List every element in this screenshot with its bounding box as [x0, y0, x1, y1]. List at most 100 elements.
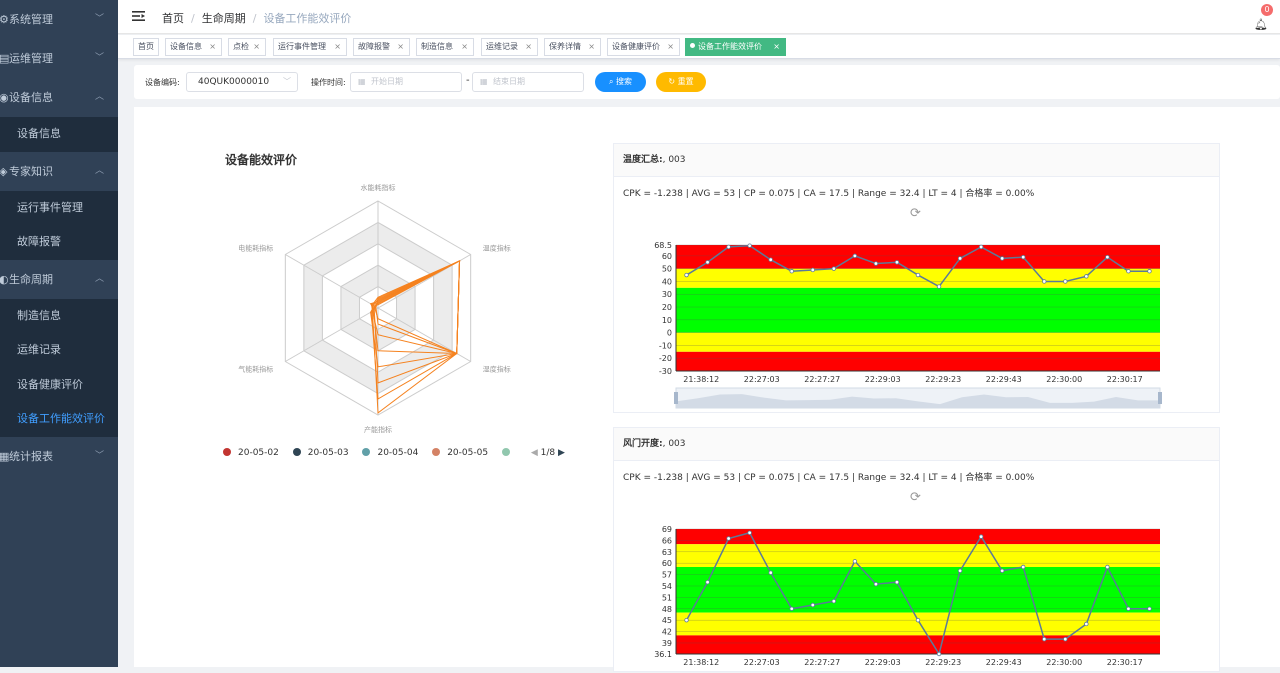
legend-label: 20-05-04: [377, 448, 419, 458]
data-point: [894, 260, 900, 265]
data-point: [873, 261, 879, 266]
device-code-select[interactable]: 40QUK0000010 ﹀: [186, 72, 298, 92]
close-icon[interactable]: ×: [461, 39, 468, 55]
data-point: [957, 568, 963, 573]
close-icon[interactable]: ×: [525, 39, 532, 55]
data-point: [1084, 274, 1089, 279]
radar-indicator-label: 温度指标: [483, 244, 511, 253]
y-tick-label: 36.1: [654, 650, 672, 659]
breadcrumb-separator: /: [252, 12, 257, 25]
x-tick-label: 22:30:17: [1107, 375, 1143, 384]
close-icon[interactable]: ×: [334, 39, 341, 55]
legend-item-2[interactable]: 20-05-03: [292, 448, 349, 458]
ops-icon: ▤: [0, 52, 10, 65]
sidebar-subitem-manufacture[interactable]: 制造信息: [0, 298, 118, 333]
y-tick-label: -30: [659, 367, 672, 376]
bell-icon[interactable]: 🔔︎: [1254, 18, 1268, 31]
data-point: [768, 257, 773, 262]
close-icon[interactable]: ×: [209, 39, 216, 55]
sidebar-item-expert[interactable]: ◈ 专家知识 ︿: [0, 152, 118, 191]
close-icon[interactable]: ×: [773, 39, 780, 55]
data-point: [1063, 279, 1068, 284]
tag-device-info[interactable]: 设备信息 ×: [165, 38, 222, 56]
data-point: [936, 651, 942, 657]
control-band: [676, 351, 1160, 371]
chevron-down-icon: ﹀: [94, 14, 104, 24]
sidebar-subitem-device-info[interactable]: 设备信息: [0, 117, 118, 152]
sidebar-item-reports[interactable]: ▦统计报表 ﹀: [0, 437, 118, 476]
tag-run-events[interactable]: 运行事件管理 ×: [273, 38, 347, 56]
tag-label: 首页: [138, 42, 154, 51]
tag-inspection[interactable]: 点检 ×: [228, 38, 266, 56]
close-icon[interactable]: ×: [397, 39, 404, 55]
tag-manufacture[interactable]: 制造信息 ×: [416, 38, 474, 56]
tag-label: 点检: [233, 42, 249, 51]
data-point: [852, 253, 858, 259]
end-date-input[interactable]: ▦ 结束日期: [472, 72, 584, 92]
breadcrumb-home[interactable]: 首页: [162, 12, 184, 25]
tag-home[interactable]: 首页: [133, 38, 159, 56]
y-tick-label: 66: [662, 536, 672, 545]
close-icon[interactable]: ×: [253, 39, 260, 55]
tag-health[interactable]: 设备健康评价 ×: [607, 38, 680, 56]
breadcrumb-lifecycle[interactable]: 生命周期: [202, 12, 246, 25]
y-tick-label: 69: [662, 525, 672, 534]
x-tick-label: 22:30:00: [1046, 375, 1082, 384]
control-band: [676, 245, 1160, 269]
tag-label: 设备工作能效评价: [698, 42, 762, 51]
y-tick-label: 20: [662, 303, 672, 312]
search-button[interactable]: ⌕ 搜索: [595, 72, 646, 92]
legend-label: 20-05-05: [447, 448, 489, 458]
data-point: [768, 570, 773, 575]
legend-dot: [362, 448, 371, 456]
hamburger-icon[interactable]: [132, 10, 145, 22]
sidebar-subitem-health[interactable]: 设备健康评价: [0, 367, 118, 402]
sidebar-item-ops[interactable]: ▤运维管理 ﹀: [0, 39, 118, 78]
data-point: [705, 260, 710, 265]
start-date-input[interactable]: ▦ 开始日期: [350, 72, 462, 92]
sidebar-subitem-run-events[interactable]: 运行事件管理: [0, 190, 118, 225]
radar-indicator-label: 电能耗指标: [238, 244, 273, 253]
data-point: [1147, 269, 1152, 274]
tag-efficiency[interactable]: 设备工作能效评价 ×: [685, 38, 786, 56]
legend-label: 20-05-02: [238, 448, 279, 458]
legend-item-1[interactable]: 20-05-02: [223, 448, 279, 458]
x-tick-label: 22:30:00: [1046, 658, 1082, 667]
legend-prev-icon[interactable]: ◀: [531, 448, 538, 458]
data-point: [999, 256, 1005, 261]
x-tick-label: 22:29:23: [925, 375, 961, 384]
legend-item-4[interactable]: 20-05-05: [432, 448, 488, 458]
y-tick-label: 51: [662, 593, 672, 602]
close-icon[interactable]: ×: [588, 39, 595, 55]
legend-item-5[interactable]: [501, 448, 517, 458]
legend-dot: [292, 448, 301, 456]
tag-fault-alarm[interactable]: 故障报警 ×: [353, 38, 410, 56]
legend-next-icon[interactable]: ▶: [558, 448, 565, 458]
data-point: [1147, 606, 1152, 611]
y-tick-label: 40: [662, 277, 672, 286]
x-tick-label: 22:29:43: [986, 375, 1022, 384]
y-tick-label: 68.5: [654, 241, 672, 250]
data-point: [705, 579, 710, 585]
sidebar-subitem-efficiency[interactable]: 设备工作能效评价: [0, 402, 118, 437]
sidebar-item-lifecycle[interactable]: ◐生命周期 ︿: [0, 260, 118, 299]
reset-button[interactable]: ↻ 重置: [656, 72, 706, 92]
tag-ops-records[interactable]: 运维记录 ×: [481, 38, 538, 56]
tag-label: 运行事件管理: [278, 42, 326, 51]
code-label: 设备编码:: [145, 78, 180, 87]
sidebar-subitem-fault-alarm[interactable]: 故障报警: [0, 225, 118, 260]
tag-maintenance[interactable]: 保养详情 ×: [544, 38, 601, 56]
data-point: [684, 617, 689, 623]
close-icon[interactable]: ×: [667, 39, 674, 55]
legend-item-3[interactable]: 20-05-04: [362, 448, 418, 458]
sidebar-item-device-info[interactable]: ◉设备信息 ︿: [0, 78, 118, 117]
expert-icon: ◈: [0, 164, 8, 178]
sidebar-item-system[interactable]: ⚙系统管理 ﹀: [0, 0, 118, 39]
x-tick-label: 22:27:03: [744, 658, 780, 667]
y-tick-label: 63: [662, 548, 672, 557]
data-point: [1063, 636, 1068, 642]
sidebar-subitem-ops-records[interactable]: 运维记录: [0, 333, 118, 368]
reset-button-label: 重置: [677, 77, 694, 86]
main-content: 设备能效评价 水能耗指标 温度指标 湿度指标 产能指标 气能耗指标 电能耗指标 20-05…: [134, 107, 1280, 672]
data-point: [1021, 254, 1026, 260]
